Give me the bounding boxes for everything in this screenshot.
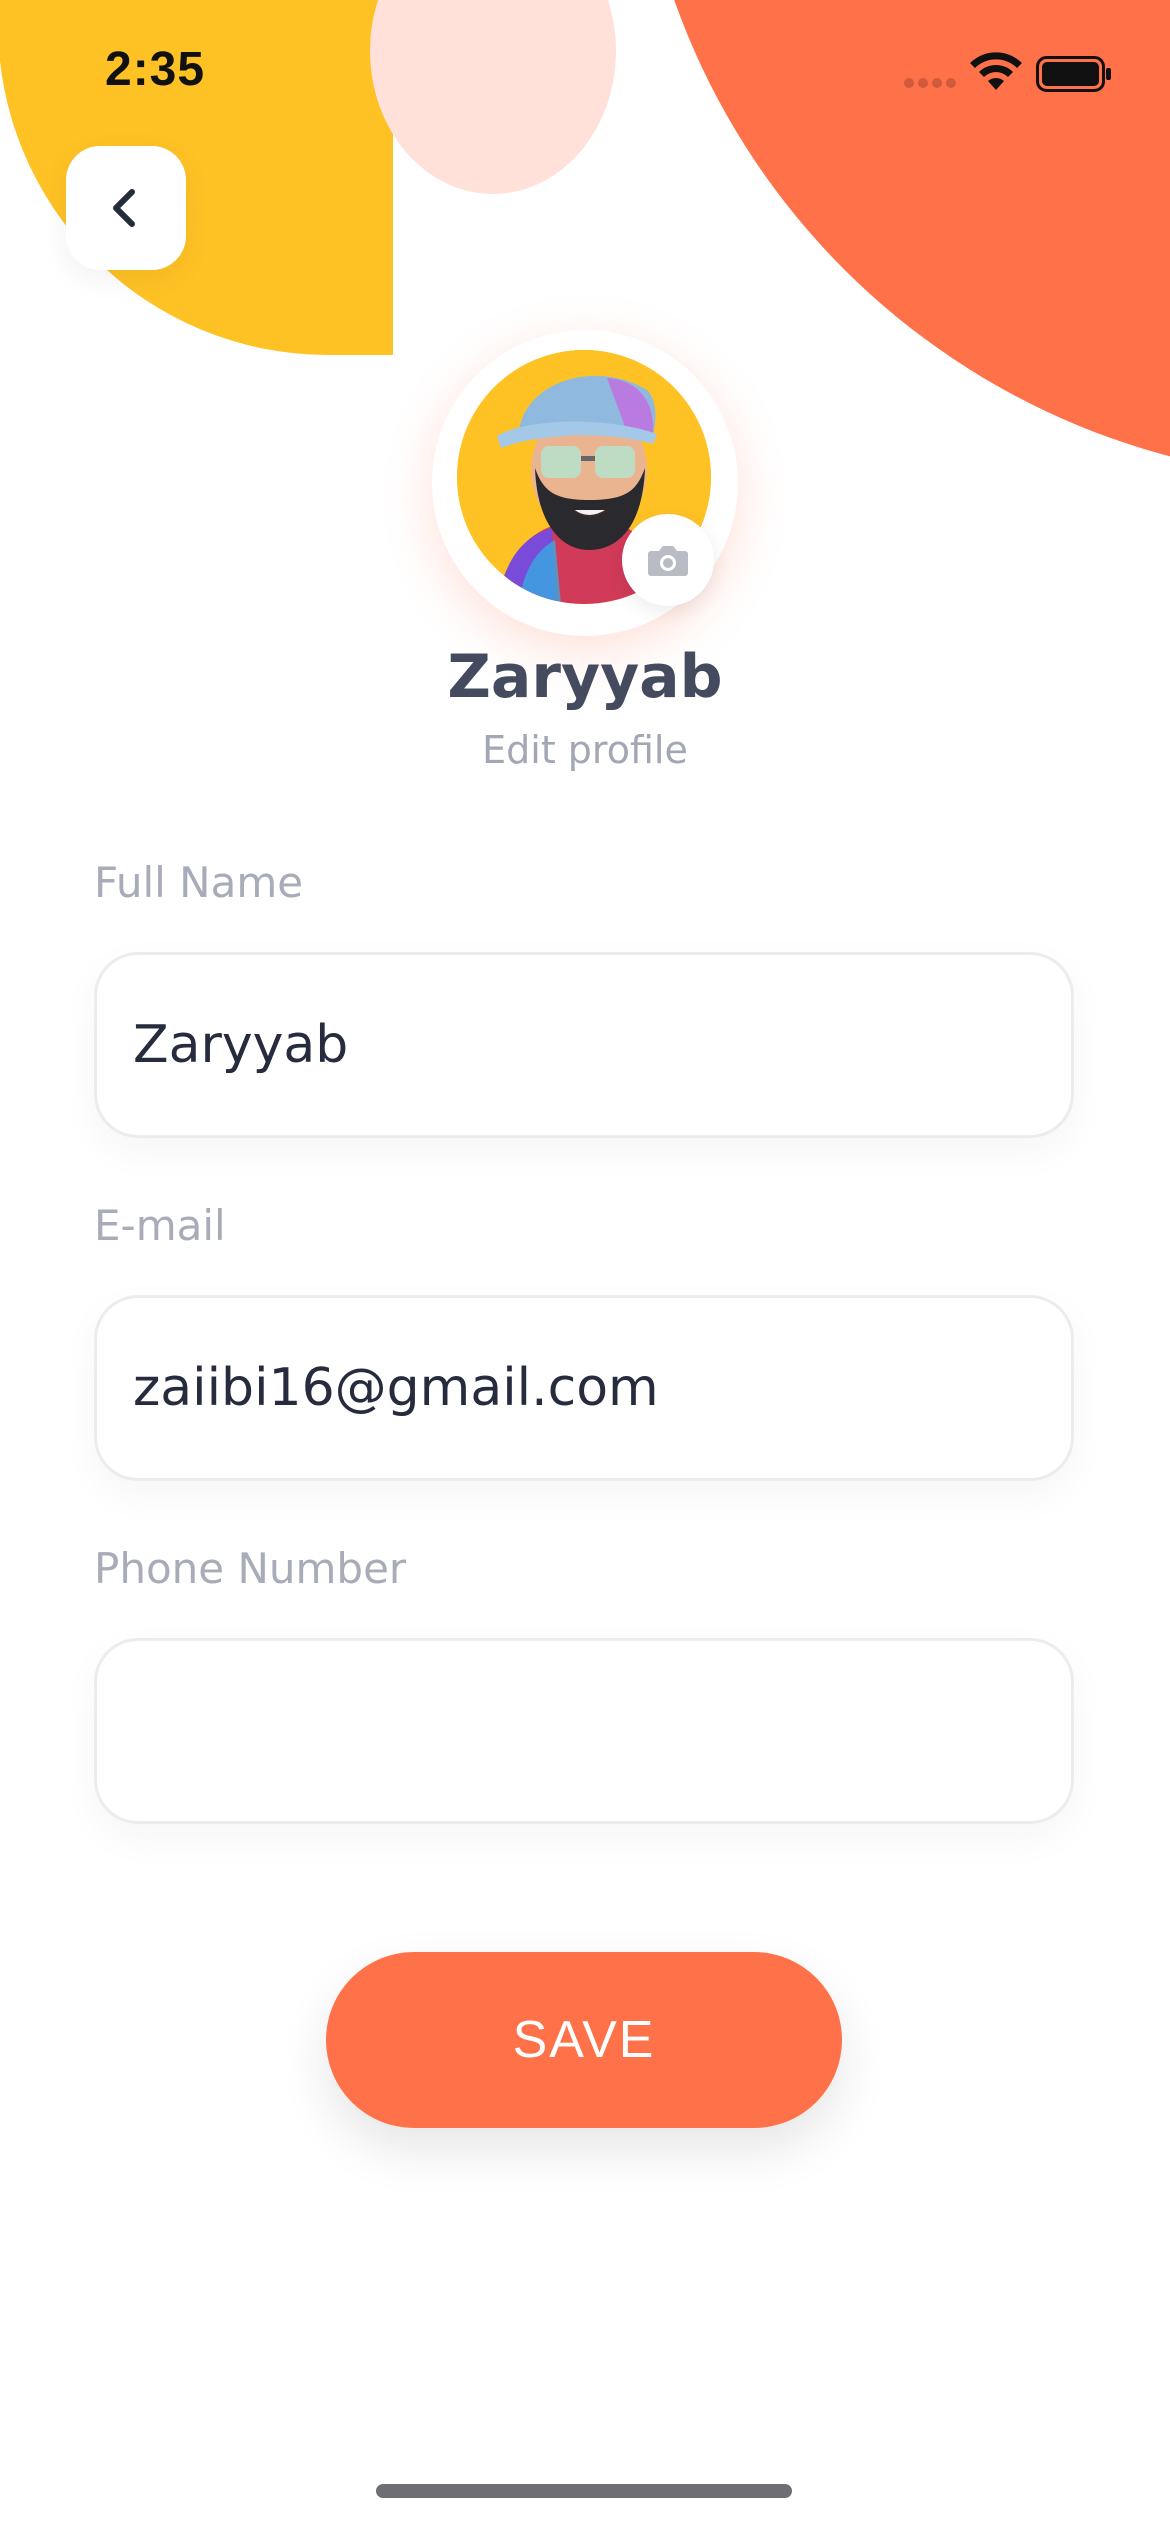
phone-label: Phone Number — [94, 1544, 407, 1593]
cellular-signal-icon — [904, 78, 960, 92]
avatar-container — [432, 330, 738, 636]
full-name-input[interactable] — [133, 1015, 1071, 1075]
status-bar: 2:35 — [0, 0, 1170, 150]
home-indicator — [376, 2484, 792, 2498]
change-photo-button[interactable] — [622, 514, 714, 606]
email-label: E-mail — [94, 1201, 226, 1250]
battery-icon — [1036, 56, 1111, 92]
wifi-icon — [970, 52, 1022, 90]
profile-name: Zaryyab — [447, 642, 723, 712]
chevron-left-icon — [113, 189, 135, 227]
email-input[interactable] — [133, 1358, 1071, 1418]
status-time: 2:35 — [105, 43, 206, 96]
back-button[interactable] — [66, 146, 186, 270]
camera-icon — [648, 546, 688, 576]
email-field[interactable] — [94, 1295, 1074, 1481]
edit-profile-subtitle: Edit profile — [482, 728, 688, 772]
full-name-label: Full Name — [94, 858, 304, 907]
full-name-field[interactable] — [94, 952, 1074, 1138]
phone-field[interactable] — [94, 1638, 1074, 1824]
save-button[interactable]: SAVE — [326, 1952, 842, 2128]
phone-input[interactable] — [133, 1701, 1071, 1761]
